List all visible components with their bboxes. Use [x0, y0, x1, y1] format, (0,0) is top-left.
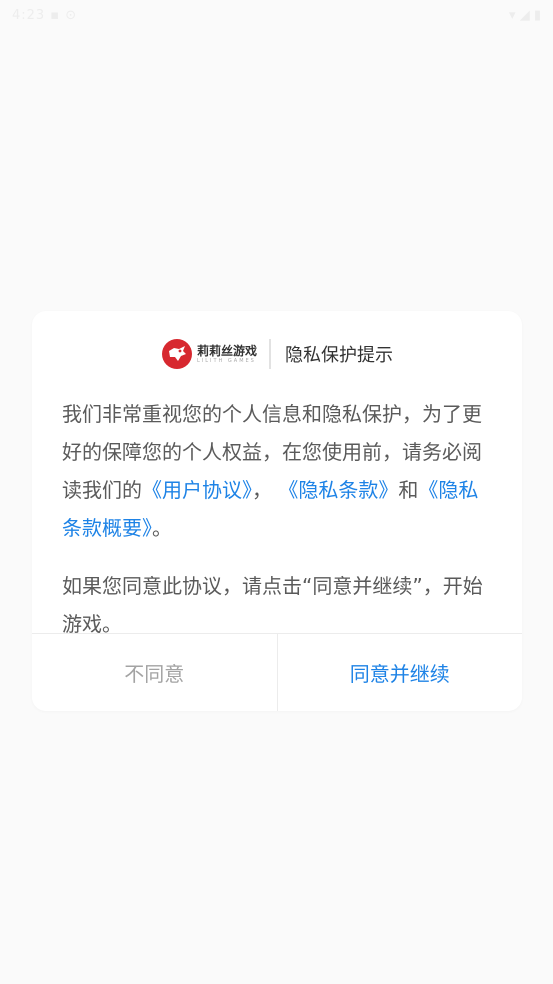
dialog-footer: 不同意 同意并继续 [32, 634, 522, 711]
status-icons: ▾ ◢ ▮ [509, 8, 541, 23]
dialog-content[interactable]: 我们非常重视您的个人信息和隐私保护，为了更好的保障您的个人权益，在您使用前，请务… [62, 395, 497, 633]
brand-logo: 莉莉丝游戏 LILITH GAMES [161, 333, 257, 375]
disagree-button[interactable]: 不同意 [32, 634, 278, 711]
user-agreement-link[interactable]: 《用户协议》 [142, 478, 252, 502]
status-time: 4:23 ▪ ⊙ [12, 8, 78, 23]
dialog-title: 隐私保护提示 [285, 345, 393, 366]
dialog-header: 莉莉丝游戏 LILITH GAMES 隐私保护提示 [32, 333, 522, 375]
brand-text-block: 莉莉丝游戏 LILITH GAMES [197, 344, 257, 365]
brand-name: 莉莉丝游戏 [196, 343, 257, 358]
status-bar: 4:23 ▪ ⊙ ▾ ◢ ▮ [0, 0, 553, 36]
separator-comma: ， [252, 478, 272, 502]
privacy-dialog: 莉莉丝游戏 LILITH GAMES 隐私保护提示 我们非常重视您的个人信息和隐… [32, 311, 522, 711]
conjunction-and: 和 [398, 478, 419, 502]
paragraph-1-end: 。 [152, 516, 172, 540]
brand-logo-icon [161, 339, 192, 369]
privacy-terms-link[interactable]: 《隐私条款》 [278, 478, 398, 502]
agree-continue-button[interactable]: 同意并继续 [277, 634, 522, 711]
header-divider [269, 339, 271, 369]
content-paragraph-2: 如果您同意此协议，请点击“同意并继续”，开始游戏。 [62, 574, 483, 633]
content-paragraph-1: 我们非常重视您的个人信息和隐私保护，为了更好的保障您的个人权益，在您使用前，请务… [62, 395, 497, 547]
brand-subtitle: LILITH GAMES [196, 357, 256, 364]
